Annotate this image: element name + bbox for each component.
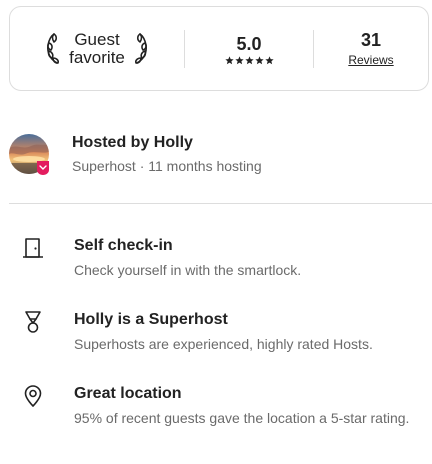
reviews-count[interactable]: 31 — [361, 29, 381, 51]
feature-subtitle: 95% of recent guests gave the location a… — [74, 410, 410, 426]
feature-great-location: Great location 95% of recent guests gave… — [9, 384, 429, 428]
host-subtitle: Superhost · 11 months hosting — [72, 157, 262, 174]
highlights-card: Guest favorite 5.0 31 Reviews — [9, 6, 429, 91]
guest-favorite-label: Guest favorite — [69, 29, 125, 67]
laurel-left-icon — [47, 32, 60, 64]
rating-stars — [224, 55, 274, 65]
reviews-link[interactable]: Reviews — [348, 52, 393, 68]
location-pin-icon — [24, 385, 42, 407]
laurel-right-icon — [134, 32, 147, 64]
guest-favorite-badge: Guest favorite — [10, 7, 184, 90]
door-icon — [23, 238, 43, 258]
feature-subtitle: Superhosts are experienced, highly rated… — [74, 336, 373, 352]
star-icon — [224, 55, 234, 64]
star-icon — [234, 55, 244, 64]
feature-superhost: Holly is a Superhost Superhosts are expe… — [9, 310, 429, 354]
star-icon — [264, 55, 274, 64]
feature-subtitle: Check yourself in with the smartlock. — [74, 262, 302, 278]
feature-title: Self check-in — [74, 237, 173, 254]
superhost-badge-icon — [37, 161, 49, 175]
feature-title: Great location — [74, 385, 182, 402]
badge-line-2: favorite — [69, 47, 125, 67]
medal-icon — [25, 311, 41, 333]
rating-stat: 5.0 — [185, 7, 313, 90]
feature-title: Holly is a Superhost — [74, 311, 228, 328]
badge-line-1: Guest — [74, 29, 120, 49]
host-avatar-wrap[interactable] — [9, 134, 49, 175]
host-title: Hosted by Holly — [72, 133, 193, 151]
rating-value: 5.0 — [236, 33, 262, 54]
star-icon — [254, 55, 264, 64]
star-icon — [244, 55, 254, 64]
feature-self-check-in: Self check-in Check yourself in with the… — [9, 236, 429, 280]
reviews-stat[interactable]: 31 Reviews — [314, 7, 428, 90]
host-row[interactable]: Hosted by Holly Superhost · 11 months ho… — [9, 130, 419, 178]
section-divider — [9, 203, 432, 204]
